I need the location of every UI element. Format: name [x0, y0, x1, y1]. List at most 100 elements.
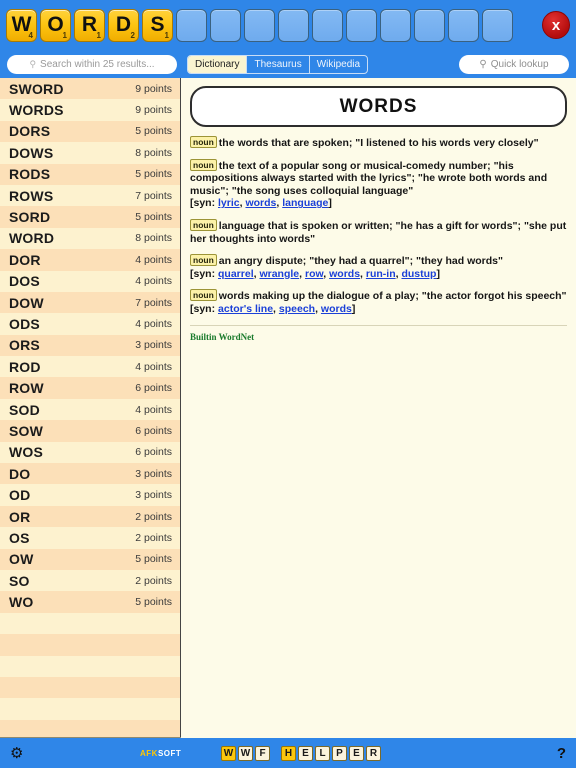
- word-row[interactable]: OS2 points: [0, 527, 180, 548]
- word-row[interactable]: OR2 points: [0, 506, 180, 527]
- word-row[interactable]: DORS5 points: [0, 121, 180, 142]
- word-row[interactable]: RODS5 points: [0, 164, 180, 185]
- app-logo-tiles: WWFHELPER: [221, 746, 381, 761]
- definition-senses: nounthe words that are spoken; "I listen…: [190, 136, 567, 316]
- word-row[interactable]: WO 5 points: [0, 591, 180, 612]
- synonym-link[interactable]: run-in: [366, 268, 396, 280]
- word-row[interactable]: SWORD9 points: [0, 78, 180, 99]
- definition-sense: nounthe text of a popular song or musica…: [190, 159, 567, 210]
- synonym-link[interactable]: row: [305, 268, 323, 280]
- word-points: 7 points: [135, 297, 172, 309]
- empty-tile-slot-9[interactable]: [482, 9, 513, 42]
- synonym-link[interactable]: words: [245, 197, 276, 209]
- word-row[interactable]: ROD4 points: [0, 356, 180, 377]
- synonym-link[interactable]: wrangle: [259, 268, 299, 280]
- source-tab-wikipedia[interactable]: Wikipedia: [310, 56, 367, 73]
- synonym-link[interactable]: lyric: [218, 197, 240, 209]
- word-points: 7 points: [135, 190, 172, 202]
- word-row[interactable]: SO2 points: [0, 570, 180, 591]
- word-row[interactable]: OW5 points: [0, 549, 180, 570]
- letter-tile-s-4[interactable]: S1: [142, 9, 173, 42]
- tile-point-value: 4: [29, 32, 33, 40]
- brand-logo: AFKSOFT: [140, 749, 181, 758]
- empty-tile-slot-2[interactable]: [244, 9, 275, 42]
- word-points: 5 points: [135, 211, 172, 223]
- word-row[interactable]: DO3 points: [0, 463, 180, 484]
- search-input[interactable]: ⚲ Search within 25 results...: [7, 55, 177, 74]
- logo-tile-r-8: R: [366, 746, 381, 761]
- empty-tile-slot-1[interactable]: [210, 9, 241, 42]
- word-row[interactable]: WORDS9 points: [0, 99, 180, 120]
- word-row[interactable]: ROWS 7 points: [0, 185, 180, 206]
- brand-part-2: SOFT: [158, 749, 181, 758]
- logo-tile-w-1: W: [238, 746, 253, 761]
- empty-tile-slot-6[interactable]: [380, 9, 411, 42]
- word-points: 2 points: [135, 511, 172, 523]
- toolbar: ⚲ Search within 25 results... Dictionary…: [0, 50, 576, 78]
- word-row[interactable]: WOS6 points: [0, 442, 180, 463]
- tile-point-value: 1: [63, 32, 67, 40]
- word-row[interactable]: DOS4 points: [0, 271, 180, 292]
- word-row[interactable]: DOR4 points: [0, 249, 180, 270]
- footer-bar: ⚙ AFKSOFT WWFHELPER ?: [0, 738, 576, 768]
- letter-tile-w-0[interactable]: W4: [6, 9, 37, 42]
- tile-point-value: 1: [165, 32, 169, 40]
- word-row[interactable]: DOWS8 points: [0, 142, 180, 163]
- gear-icon[interactable]: ⚙: [10, 746, 23, 761]
- word-row[interactable]: OD 3 points: [0, 484, 180, 505]
- synonym-link[interactable]: dustup: [401, 268, 436, 280]
- word-points: 5 points: [135, 168, 172, 180]
- empty-tile-slot-4[interactable]: [312, 9, 343, 42]
- word-row[interactable]: WORD8 points: [0, 228, 180, 249]
- word-label: OS: [9, 530, 30, 546]
- word-label: ORS: [9, 337, 40, 353]
- close-button[interactable]: x: [542, 11, 570, 39]
- divider: [190, 325, 567, 326]
- word-row[interactable]: ODS4 points: [0, 313, 180, 334]
- word-row[interactable]: SORD5 points: [0, 206, 180, 227]
- word-label: WO: [9, 594, 34, 610]
- word-points: 6 points: [135, 425, 172, 437]
- synonym-link[interactable]: quarrel: [218, 268, 254, 280]
- synonym-link[interactable]: speech: [279, 303, 315, 315]
- synonym-link[interactable]: words: [329, 268, 360, 280]
- word-row[interactable]: DOW7 points: [0, 292, 180, 313]
- word-points: 5 points: [135, 596, 172, 608]
- word-row[interactable]: ORS3 points: [0, 335, 180, 356]
- source-tab-thesaurus[interactable]: Thesaurus: [247, 56, 309, 73]
- empty-tile-slot-3[interactable]: [278, 9, 309, 42]
- part-of-speech-badge: noun: [190, 219, 217, 231]
- logo-tile-e-4: E: [298, 746, 313, 761]
- empty-tile-slot-8[interactable]: [448, 9, 479, 42]
- empty-tile-slot-7[interactable]: [414, 9, 445, 42]
- letter-tile-r-2[interactable]: R1: [74, 9, 105, 42]
- source-segmented-control: DictionaryThesaurusWikipedia: [187, 55, 368, 74]
- word-points: 6 points: [135, 382, 172, 394]
- part-of-speech-badge: noun: [190, 289, 217, 301]
- tile-point-value: 2: [131, 32, 135, 40]
- word-label: DOWS: [9, 145, 53, 161]
- synonym-link[interactable]: language: [282, 197, 328, 209]
- word-label: ROWS: [9, 188, 53, 204]
- word-label: OD: [9, 487, 30, 503]
- empty-row: [0, 613, 180, 634]
- logo-tile-w-0: W: [221, 746, 236, 761]
- synonym-link[interactable]: words: [321, 303, 352, 315]
- word-points: 3 points: [135, 489, 172, 501]
- synonym-line: [syn: actor's line, speech, words]: [190, 303, 567, 316]
- empty-tile-slot-5[interactable]: [346, 9, 377, 42]
- word-label: SWORD: [9, 81, 64, 97]
- letter-tile-o-1[interactable]: O1: [40, 9, 71, 42]
- word-row[interactable]: SOW6 points: [0, 420, 180, 441]
- word-results-list[interactable]: SWORD9 pointsWORDS9 pointsDORS5 pointsDO…: [0, 78, 181, 738]
- synonym-link[interactable]: actor's line: [218, 303, 273, 315]
- quick-lookup-input[interactable]: ⚲ Quick lookup: [459, 55, 569, 74]
- help-button[interactable]: ?: [557, 745, 566, 762]
- empty-tile-slot-0[interactable]: [176, 9, 207, 42]
- source-tab-dictionary[interactable]: Dictionary: [188, 56, 247, 73]
- letter-tile-d-3[interactable]: D2: [108, 9, 139, 42]
- word-row[interactable]: ROW6 points: [0, 377, 180, 398]
- definition-text: an angry dispute; "they had a quarrel"; …: [219, 255, 503, 267]
- word-row[interactable]: SOD4 points: [0, 399, 180, 420]
- search-icon: ⚲: [29, 59, 36, 70]
